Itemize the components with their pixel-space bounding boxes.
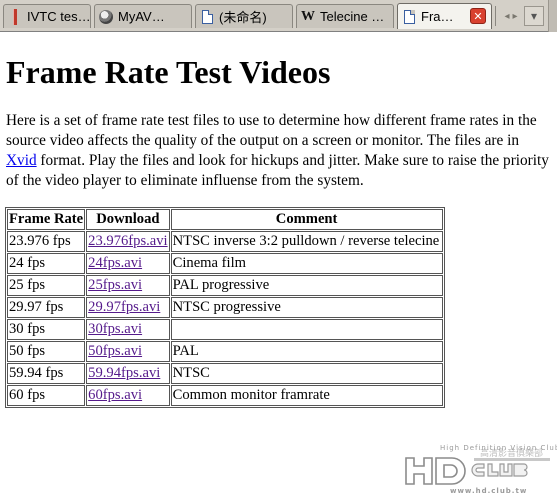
table-row: 23.976 fps 23.976fps.avi NTSC inverse 3:… bbox=[7, 231, 443, 252]
frame-rate-cell: 60 fps bbox=[7, 385, 86, 406]
chevron-down-icon: ▾ bbox=[530, 9, 538, 23]
hdclub-watermark: High Definition Vision Club 高清影音俱樂部 www.… bbox=[400, 444, 557, 498]
intro-text: Here is a set of frame rate test files t… bbox=[6, 112, 537, 149]
scrollbar-edge bbox=[548, 0, 557, 32]
comment-cell bbox=[170, 319, 443, 340]
download-cell: 29.97fps.avi bbox=[86, 297, 170, 318]
page-title: Frame Rate Test Videos bbox=[6, 54, 331, 90]
comment-cell: PAL progressive bbox=[170, 275, 443, 296]
frame-rate-cell: 23.976 fps bbox=[7, 231, 86, 252]
page-icon bbox=[200, 9, 214, 25]
frame-rate-cell: 29.97 fps bbox=[7, 297, 86, 318]
table-row: 25 fps 25fps.avi PAL progressive bbox=[7, 275, 443, 296]
download-link[interactable]: 23.976fps.avi bbox=[88, 233, 167, 249]
table-row: 30 fps 30fps.avi bbox=[7, 319, 443, 340]
download-cell: 24fps.avi bbox=[86, 253, 170, 274]
avatar-icon bbox=[99, 9, 113, 25]
comment-cell: Cinema film bbox=[170, 253, 443, 274]
frame-rate-cell: 59.94 fps bbox=[7, 363, 86, 384]
close-tab-button[interactable]: ✕ bbox=[470, 8, 486, 24]
intro-paragraph: Here is a set of frame rate test files t… bbox=[6, 111, 551, 191]
tab-ivtc[interactable]: IVTC tes… bbox=[3, 4, 91, 28]
tab-label: (未命名) bbox=[219, 10, 267, 25]
download-cell: 59.94fps.avi bbox=[86, 363, 170, 384]
download-cell: 60fps.avi bbox=[86, 385, 170, 406]
watermark-url: www.hd.club.tw bbox=[450, 487, 528, 495]
download-link[interactable]: 59.94fps.avi bbox=[88, 365, 160, 381]
table-row: 59.94 fps 59.94fps.avi NTSC bbox=[7, 363, 443, 384]
comment-cell: NTSC progressive bbox=[170, 297, 443, 318]
table-row: 50 fps 50fps.avi PAL bbox=[7, 341, 443, 362]
intro-text: format. Play the files and look for hick… bbox=[6, 152, 549, 189]
download-link[interactable]: 24fps.avi bbox=[88, 255, 142, 271]
download-link[interactable]: 30fps.avi bbox=[88, 321, 142, 337]
comment-cell: NTSC inverse 3:2 pulldown / reverse tele… bbox=[170, 231, 443, 252]
scroll-tabs-right-button[interactable]: ▸ bbox=[508, 8, 522, 24]
page-content: Frame Rate Test Videos Here is a set of … bbox=[0, 32, 557, 500]
download-link[interactable]: 29.97fps.avi bbox=[88, 299, 160, 315]
frame-rate-cell: 50 fps bbox=[7, 341, 86, 362]
tab-strip: IVTC tes… MyAV… (未命名) W Telecine … Fra… … bbox=[0, 0, 557, 32]
column-header-frame-rate: Frame Rate bbox=[7, 209, 86, 230]
download-cell: 30fps.avi bbox=[86, 319, 170, 340]
frame-rate-cell: 25 fps bbox=[7, 275, 86, 296]
table-row: 60 fps 60fps.avi Common monitor framrate bbox=[7, 385, 443, 406]
table-row: 24 fps 24fps.avi Cinema film bbox=[7, 253, 443, 274]
frame-rate-cell: 24 fps bbox=[7, 253, 86, 274]
tab-label: IVTC tes… bbox=[27, 9, 90, 24]
page-icon bbox=[402, 9, 416, 25]
frame-rate-table: Frame Rate Download Comment 23.976 fps 2… bbox=[5, 207, 445, 408]
comment-cell: PAL bbox=[170, 341, 443, 362]
comment-cell: NTSC bbox=[170, 363, 443, 384]
red-bar-icon bbox=[8, 8, 22, 25]
table-row: 29.97 fps 29.97fps.avi NTSC progressive bbox=[7, 297, 443, 318]
wikipedia-icon: W bbox=[301, 8, 315, 24]
download-cell: 50fps.avi bbox=[86, 341, 170, 362]
table-header-row: Frame Rate Download Comment bbox=[7, 209, 443, 230]
frame-rate-cell: 30 fps bbox=[7, 319, 86, 340]
tab-label: Fra… bbox=[421, 9, 454, 24]
xvid-link[interactable]: Xvid bbox=[6, 152, 37, 169]
comment-cell: Common monitor framrate bbox=[170, 385, 443, 406]
column-header-download: Download bbox=[86, 209, 170, 230]
tab-untitled[interactable]: (未命名) bbox=[195, 4, 293, 28]
tab-list-button[interactable]: ▾ bbox=[524, 6, 544, 26]
download-link[interactable]: 60fps.avi bbox=[88, 387, 142, 403]
download-cell: 23.976fps.avi bbox=[86, 231, 170, 252]
chevron-right-icon: ▸ bbox=[512, 10, 518, 22]
tab-label: Telecine … bbox=[320, 9, 385, 24]
column-header-comment: Comment bbox=[170, 209, 443, 230]
download-link[interactable]: 25fps.avi bbox=[88, 277, 142, 293]
tab-myav[interactable]: MyAV… bbox=[94, 4, 192, 28]
download-link[interactable]: 50fps.avi bbox=[88, 343, 142, 359]
close-icon: ✕ bbox=[473, 9, 483, 23]
download-cell: 25fps.avi bbox=[86, 275, 170, 296]
tab-telecine[interactable]: W Telecine … bbox=[296, 4, 394, 28]
divider bbox=[495, 6, 496, 26]
tab-label: MyAV… bbox=[118, 9, 165, 24]
watermark-caption: High Definition Vision Club bbox=[440, 444, 557, 452]
